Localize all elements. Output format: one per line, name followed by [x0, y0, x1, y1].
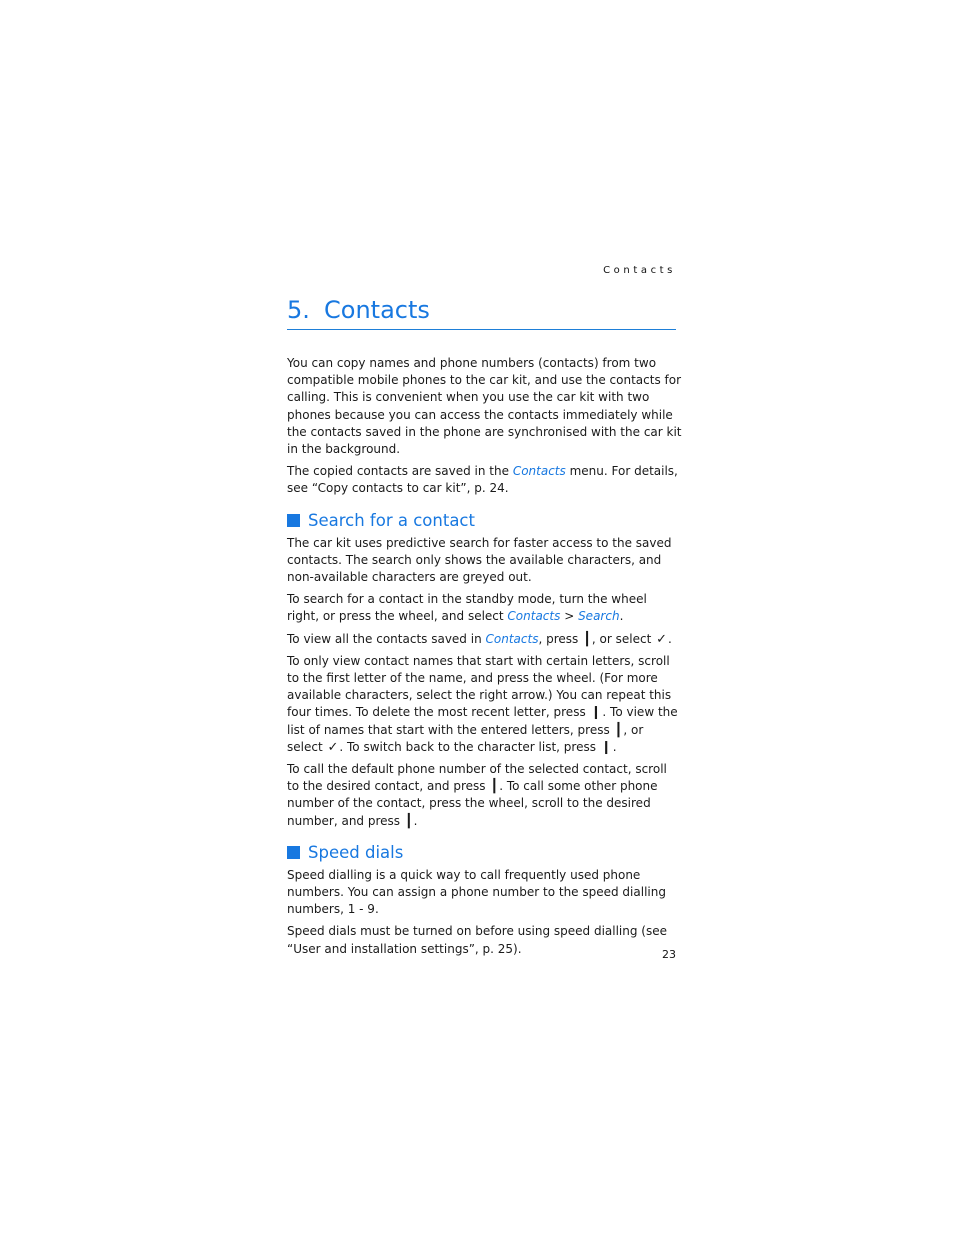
chapter-title: 5. Contacts — [287, 296, 676, 330]
text: , or select — [591, 631, 656, 646]
text: . — [619, 609, 624, 624]
check-select-icon: ✓ — [656, 631, 667, 647]
search-paragraph-4: To only view contact names that start wi… — [287, 653, 682, 756]
search-link[interactable]: Search — [578, 609, 620, 623]
intro-paragraph-2: The copied contacts are saved in the Con… — [287, 463, 682, 497]
contacts-menu-link[interactable]: Contacts — [513, 464, 566, 478]
text: . — [612, 739, 617, 754]
call-key-icon: ┃ — [614, 722, 623, 738]
intro-paragraph: You can copy names and phone numbers (co… — [287, 356, 682, 457]
contacts-link[interactable]: Contacts — [486, 632, 539, 646]
check-select-icon: ✓ — [327, 739, 339, 755]
section-square-icon — [287, 845, 300, 859]
speed-paragraph-2: Speed dials must be turned on before usi… — [287, 924, 668, 956]
text: , press — [538, 631, 583, 646]
section-heading-search: Search for a contact — [287, 511, 682, 531]
text: To view all the contacts saved in — [287, 631, 486, 646]
running-head: Contacts — [603, 265, 676, 276]
heading-text: Speed dials — [308, 842, 404, 862]
contacts-link[interactable]: Contacts — [507, 609, 560, 623]
search-paragraph-1: The car kit uses predictive search for f… — [287, 535, 672, 585]
call-key-icon: ┃ — [490, 779, 499, 795]
search-paragraph-2: To search for a contact in the standby m… — [287, 591, 682, 625]
speed-paragraph-1: Speed dialling is a quick way to call fr… — [287, 867, 666, 917]
page-body: You can copy names and phone numbers (co… — [287, 355, 682, 963]
call-key-icon: ┃ — [583, 631, 591, 647]
section-square-icon — [287, 513, 300, 527]
end-key-icon: ❙ — [600, 739, 612, 755]
call-key-icon: ┃ — [404, 813, 413, 829]
text: . — [668, 631, 672, 646]
text: . To switch back to the character list, … — [339, 739, 600, 754]
end-key-icon: ❙ — [590, 705, 602, 721]
heading-text: Search for a contact — [308, 510, 475, 530]
section-heading-speed-dials: Speed dials — [287, 843, 682, 863]
text: > — [560, 609, 579, 624]
text: The copied contacts are saved in the — [287, 464, 513, 479]
text: . — [413, 813, 418, 828]
chapter-number: 5. — [287, 296, 310, 324]
search-paragraph-3: To view all the contacts saved in Contac… — [287, 631, 682, 648]
page-number: 23 — [662, 948, 676, 961]
search-paragraph-5: To call the default phone number of the … — [287, 761, 682, 830]
chapter-title-text: Contacts — [324, 296, 430, 324]
